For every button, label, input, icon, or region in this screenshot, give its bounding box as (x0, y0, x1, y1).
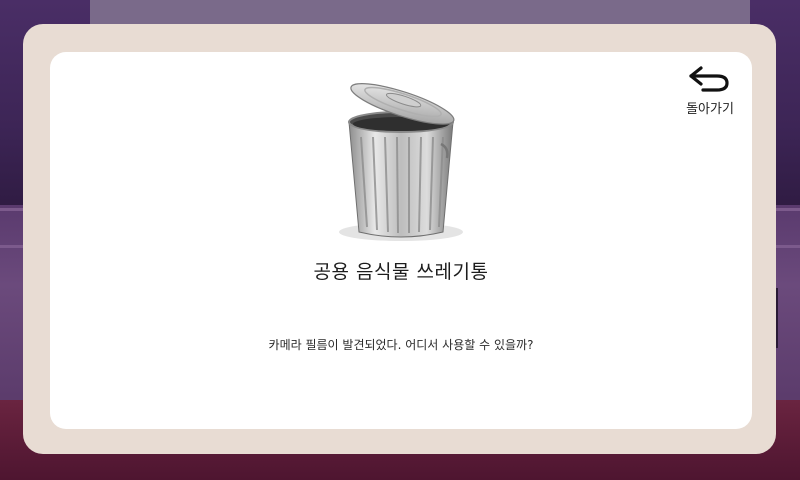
back-button-label: 돌아가기 (686, 102, 734, 117)
item-card: 돌아가기 공용 음식물 쓰레기통 카메라 필름이 발견되었다. 어디서 사용할 … (50, 52, 752, 429)
item-dialog: 돌아가기 공용 음식물 쓰레기통 카메라 필름이 발견되었다. 어디서 사용할 … (23, 24, 776, 454)
background-bracket (774, 288, 794, 348)
item-name: 공용 음식물 쓰레기통 (313, 261, 489, 283)
trash-can-icon (339, 83, 463, 241)
undo-arrow-icon (689, 66, 729, 92)
back-button[interactable]: 돌아가기 (680, 62, 740, 122)
item-description: 카메라 필름이 발견되었다. 어디서 사용할 수 있을까? (268, 338, 534, 352)
